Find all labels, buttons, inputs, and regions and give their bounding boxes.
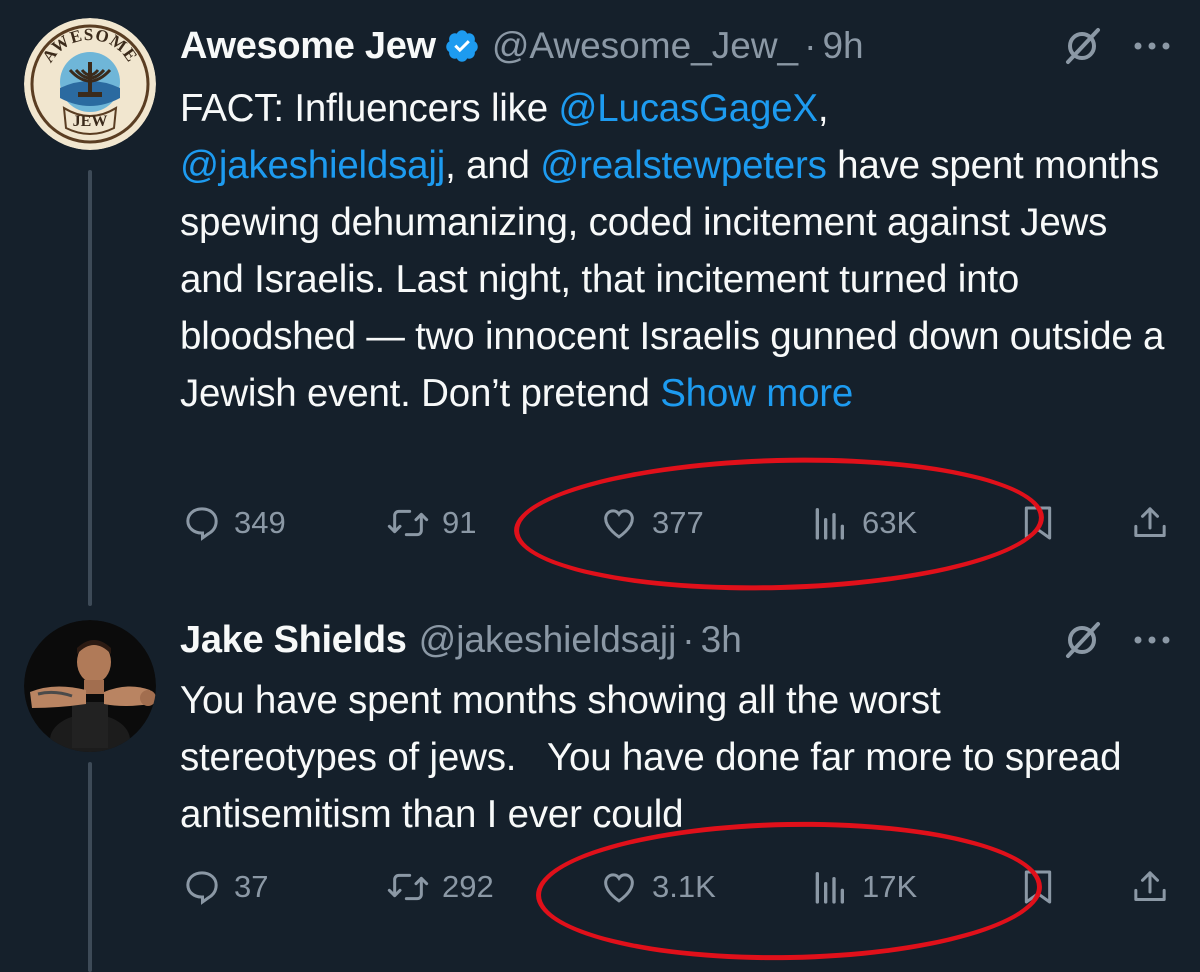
views-button[interactable]: 63K bbox=[808, 498, 917, 548]
reply-button[interactable]: 349 bbox=[182, 498, 286, 548]
profile-photo bbox=[24, 620, 156, 752]
repost-icon bbox=[387, 873, 429, 901]
like-count: 377 bbox=[652, 505, 704, 540]
timestamp[interactable]: 9h bbox=[822, 25, 863, 67]
grok-icon[interactable] bbox=[1062, 620, 1102, 660]
author-name[interactable]: Awesome Jew bbox=[180, 25, 436, 68]
more-dots-icon[interactable] bbox=[1132, 634, 1172, 646]
verified-badge-icon bbox=[444, 28, 480, 64]
mention-realstewpeters[interactable]: @realstewpeters bbox=[540, 144, 827, 187]
author-handle[interactable]: @jakeshieldsajj bbox=[419, 619, 677, 661]
heart-icon bbox=[604, 873, 634, 903]
bookmark-icon bbox=[1024, 870, 1052, 904]
repost-icon bbox=[387, 509, 429, 537]
reply-button[interactable]: 37 bbox=[182, 862, 268, 912]
thread-line bbox=[88, 170, 92, 606]
show-more-link[interactable]: Show more bbox=[660, 372, 853, 415]
timestamp[interactable]: 3h bbox=[701, 619, 742, 661]
thread-line bbox=[88, 762, 92, 972]
text-segment: , and bbox=[445, 144, 541, 187]
bookmark-icon bbox=[1024, 506, 1052, 540]
reply-icon bbox=[186, 871, 218, 905]
tweet-jake-shields[interactable]: Jake Shields @jakeshieldsajj · 3h You ha… bbox=[0, 600, 1200, 972]
separator-dot: · bbox=[682, 619, 695, 660]
views-chart-icon bbox=[815, 872, 844, 904]
tweet-actions: 349 91 377 63K bbox=[180, 498, 1180, 548]
avatar[interactable] bbox=[24, 620, 156, 752]
author-handle[interactable]: @Awesome_Jew_ bbox=[492, 25, 798, 67]
view-count: 63K bbox=[862, 505, 918, 540]
like-button[interactable]: 377 bbox=[598, 498, 704, 548]
like-button[interactable]: 3.1K bbox=[598, 862, 716, 912]
mention-jakeshieldsajj[interactable]: @jakeshieldsajj bbox=[180, 144, 445, 187]
tweet-text: FACT: Influencers like @LucasGageX, @jake… bbox=[180, 80, 1180, 422]
repost-button[interactable]: 292 bbox=[386, 862, 494, 912]
grok-icon[interactable] bbox=[1062, 26, 1102, 66]
reply-count: 349 bbox=[234, 505, 286, 540]
tweet-header: Awesome Jew @Awesome_Jew_ · 9h bbox=[180, 16, 1172, 76]
share-button[interactable] bbox=[1130, 498, 1182, 548]
text-segment: FACT: Influencers like bbox=[180, 87, 559, 130]
mention-lucasgagex[interactable]: @LucasGageX bbox=[558, 87, 818, 130]
separator-dot: · bbox=[804, 25, 817, 66]
view-count: 17K bbox=[862, 869, 918, 904]
bookmark-button[interactable] bbox=[1020, 498, 1068, 548]
tweet-awesome-jew[interactable]: AWESOME JEW Awesome Jew @Awesome_Jew_ · … bbox=[0, 0, 1200, 606]
avatar[interactable]: AWESOME JEW bbox=[24, 18, 156, 150]
repost-count: 292 bbox=[442, 869, 494, 904]
tweet-actions: 37 292 3.1K 17K bbox=[180, 862, 1180, 912]
svg-text:JEW: JEW bbox=[73, 113, 108, 130]
share-icon bbox=[1134, 507, 1166, 537]
more-dots-icon[interactable] bbox=[1132, 40, 1172, 52]
views-chart-icon bbox=[815, 508, 844, 540]
reply-icon bbox=[186, 507, 218, 541]
reply-count: 37 bbox=[234, 869, 269, 904]
tweet-header: Jake Shields @jakeshieldsajj · 3h bbox=[180, 610, 1172, 670]
views-button[interactable]: 17K bbox=[808, 862, 917, 912]
share-icon bbox=[1134, 871, 1166, 901]
share-button[interactable] bbox=[1130, 862, 1182, 912]
like-count: 3.1K bbox=[652, 869, 716, 904]
text-segment: , bbox=[817, 87, 829, 130]
repost-count: 91 bbox=[442, 505, 477, 540]
author-name[interactable]: Jake Shields bbox=[180, 619, 407, 662]
heart-icon bbox=[604, 509, 634, 539]
awesome-jew-logo: AWESOME JEW bbox=[24, 18, 156, 150]
repost-button[interactable]: 91 bbox=[386, 498, 476, 548]
bookmark-button[interactable] bbox=[1020, 862, 1068, 912]
tweet-text: You have spent months showing all the wo… bbox=[180, 679, 1132, 836]
